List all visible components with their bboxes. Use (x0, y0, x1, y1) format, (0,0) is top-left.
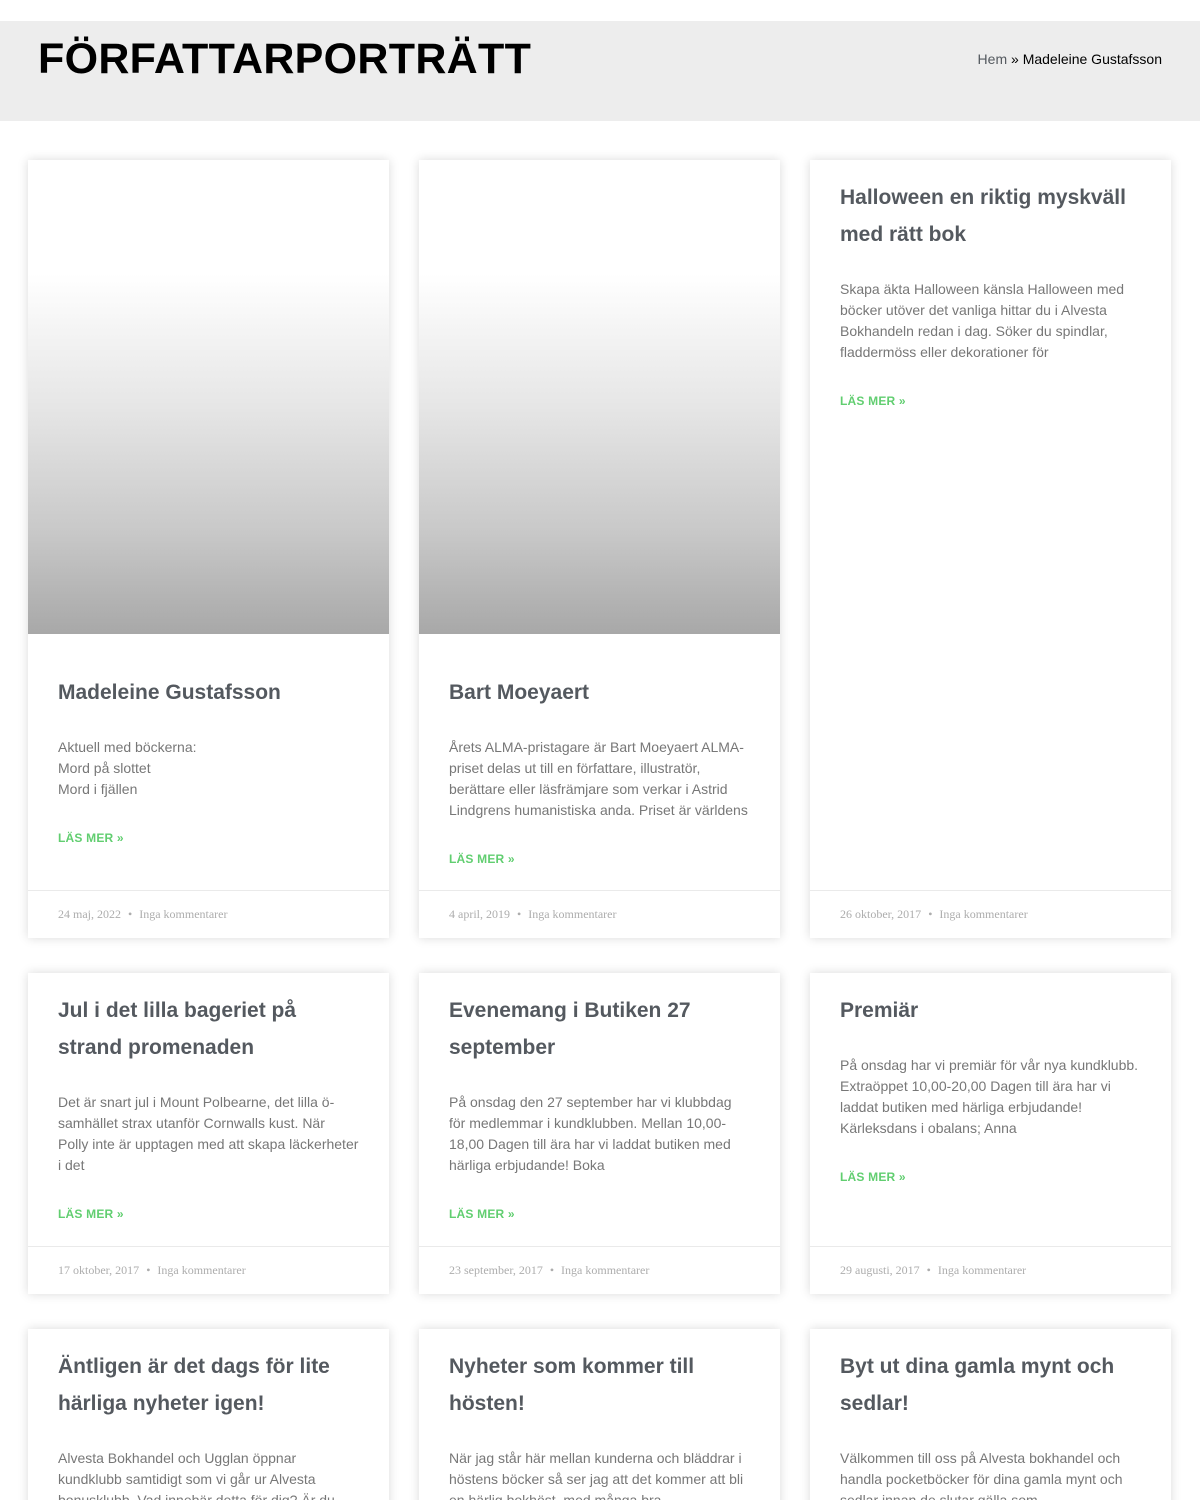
post-excerpt: Skapa äkta Halloween känsla Halloween me… (840, 281, 1125, 360)
read-more-link[interactable]: LÄS MER » (449, 851, 515, 867)
breadcrumb-home-link[interactable]: Hem (978, 51, 1008, 67)
post-card: Nyheter som kommer till hösten! När jag … (419, 1329, 780, 1500)
read-more-link[interactable]: LÄS MER » (58, 1206, 124, 1222)
meta-separator: • (517, 907, 522, 921)
post-thumbnail[interactable] (28, 160, 389, 634)
post-excerpt: På onsdag den 27 september har vi klubbd… (449, 1094, 732, 1173)
post-comments: Inga kommentarer (139, 907, 228, 921)
post-excerpt: Aktuell med böckerna: Mord på slottet Mo… (58, 739, 197, 797)
post-meta: 29 augusti, 2017 • Inga kommentarer (810, 1246, 1171, 1294)
page-header: FÖRFATTARPORTRÄTT Hem » Madeleine Gustaf… (0, 21, 1200, 121)
post-card: Evenemang i Butiken 27 september På onsd… (419, 973, 780, 1294)
post-title[interactable]: Nyheter som kommer till hösten! (449, 1348, 750, 1422)
breadcrumb-current: Madeleine Gustafsson (1022, 51, 1162, 67)
post-excerpt: När jag står här mellan kunderna och blä… (449, 1450, 744, 1500)
post-comments: Inga kommentarer (157, 1263, 246, 1277)
post-card: Bart Moeyaert Årets ALMA-pristagare är B… (419, 160, 780, 938)
post-comments: Inga kommentarer (528, 907, 617, 921)
post-comments: Inga kommentarer (939, 907, 1028, 921)
post-date: 17 oktober, 2017 (58, 1263, 140, 1277)
post-date: 26 oktober, 2017 (840, 907, 922, 921)
meta-separator: • (549, 1263, 555, 1277)
breadcrumb-separator: » (1011, 51, 1019, 67)
post-date: 29 augusti, 2017 (840, 1263, 920, 1277)
meta-separator: • (128, 907, 133, 921)
meta-separator: • (926, 1263, 931, 1277)
post-comments: Inga kommentarer (561, 1263, 650, 1277)
post-excerpt: Alvesta Bokhandel och Ugglan öppnar kund… (58, 1450, 335, 1500)
post-meta: 26 oktober, 2017 • Inga kommentarer (810, 890, 1171, 938)
post-meta: 17 oktober, 2017 • Inga kommentarer (28, 1246, 389, 1294)
post-date: 24 maj, 2022 (58, 907, 121, 921)
post-excerpt: På onsdag har vi premiär för vår nya kun… (840, 1057, 1139, 1136)
page-title: FÖRFATTARPORTRÄTT (38, 35, 532, 83)
post-date: 4 april, 2019 (449, 907, 510, 921)
post-comments: Inga kommentarer (937, 1263, 1027, 1277)
read-more-link[interactable]: LÄS MER » (449, 1206, 515, 1222)
post-card: Jul i det lilla bageriet på strand prome… (28, 973, 389, 1294)
post-meta: 23 september, 2017 • Inga kommentarer (419, 1246, 780, 1294)
post-meta: 4 april, 2019 • Inga kommentarer (419, 890, 780, 938)
read-more-link[interactable]: LÄS MER » (840, 1169, 906, 1185)
read-more-link[interactable]: LÄS MER » (58, 830, 124, 846)
post-card: Premiär På onsdag har vi premiär för vår… (810, 973, 1171, 1294)
post-date: 23 september, 2017 (449, 1263, 543, 1277)
meta-separator: • (928, 907, 933, 921)
post-title[interactable]: Jul i det lilla bageriet på strand prome… (58, 992, 359, 1066)
post-thumbnail[interactable] (419, 160, 780, 634)
post-card: Byt ut dina gamla mynt och sedlar! Välko… (810, 1329, 1171, 1500)
post-card: Madeleine Gustafsson Aktuell med böckern… (28, 160, 389, 938)
read-more-link[interactable]: LÄS MER » (840, 393, 906, 409)
post-title[interactable]: Evenemang i Butiken 27 september (449, 992, 750, 1066)
post-title[interactable]: Byt ut dina gamla mynt och sedlar! (840, 1348, 1141, 1422)
post-card: Halloween en riktig myskväll med rätt bo… (810, 160, 1171, 938)
post-card: Äntligen är det dags för lite härliga ny… (28, 1329, 389, 1500)
post-excerpt: Årets ALMA-pristagare är Bart Moeyaert A… (449, 739, 748, 818)
post-meta: 24 maj, 2022 • Inga kommentarer (28, 890, 389, 938)
breadcrumb: Hem » Madeleine Gustafsson (978, 50, 1162, 68)
meta-separator: • (146, 1263, 151, 1277)
post-title[interactable]: Bart Moeyaert (449, 674, 750, 711)
post-title[interactable]: Äntligen är det dags för lite härliga ny… (58, 1348, 359, 1422)
post-title[interactable]: Madeleine Gustafsson (58, 674, 359, 711)
post-excerpt: Det är snart jul i Mount Polbearne, det … (58, 1094, 359, 1173)
post-title[interactable]: Premiär (840, 992, 1141, 1029)
post-excerpt: Välkommen till oss på Alvesta bokhandel … (840, 1450, 1123, 1500)
post-title[interactable]: Halloween en riktig myskväll med rätt bo… (840, 179, 1141, 253)
